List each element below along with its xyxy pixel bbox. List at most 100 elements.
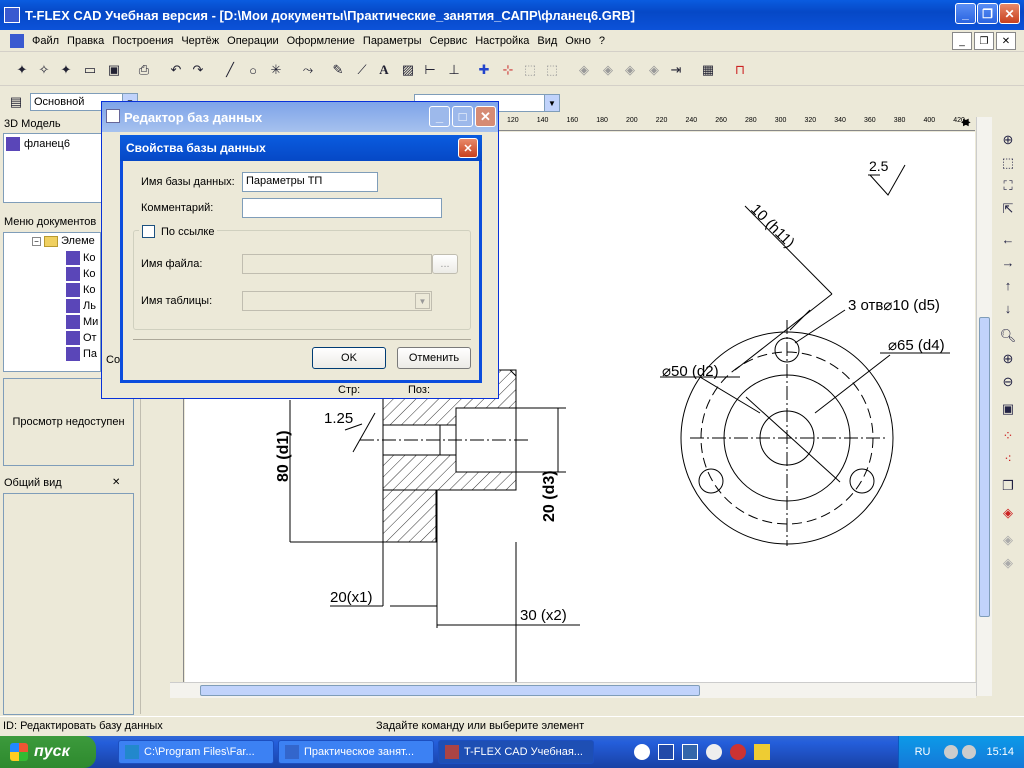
maximize-button[interactable]: □	[452, 106, 473, 127]
dimension-tool-icon[interactable]: ⊢	[420, 60, 440, 80]
zoom-in-icon[interactable]: ⊕	[999, 131, 1017, 149]
ok-button[interactable]: OK	[312, 347, 386, 369]
calculator-icon[interactable]: ▦	[698, 60, 718, 80]
minimize-button[interactable]: _	[429, 106, 450, 127]
model-3d-icon[interactable]: ◈	[999, 504, 1017, 522]
tree-item[interactable]: Ко	[66, 251, 96, 265]
tree-item[interactable]: Ко	[66, 283, 96, 297]
pan-left-icon[interactable]: ←	[999, 230, 1017, 248]
text-icon[interactable]: A	[374, 60, 394, 80]
menu-file[interactable]: Файл	[28, 35, 63, 47]
task-word[interactable]: Практическое занят...	[278, 740, 434, 764]
refresh-icon[interactable]: ▣	[999, 400, 1017, 418]
new-icon[interactable]: ✦	[12, 60, 32, 80]
zoom-page-icon[interactable]: ⇱	[999, 200, 1017, 218]
model-3d-2-icon[interactable]: ◈	[999, 531, 1017, 549]
close-button[interactable]: ✕	[999, 3, 1020, 24]
scrollbar-thumb[interactable]	[200, 685, 700, 696]
db-name-field[interactable]: Параметры ТП	[242, 172, 378, 192]
line-icon[interactable]: ╱	[220, 60, 240, 80]
quicklaunch-word-icon[interactable]	[658, 744, 674, 760]
tree-item[interactable]: Ко	[66, 267, 96, 281]
op6-icon[interactable]: ◈	[644, 60, 664, 80]
hatch-icon[interactable]: ▨	[398, 60, 418, 80]
menu-view[interactable]: Вид	[533, 35, 561, 47]
op3-icon[interactable]: ◈	[574, 60, 594, 80]
comment-field[interactable]	[242, 198, 442, 218]
node-icon[interactable]: ✳	[266, 60, 286, 80]
pages-icon[interactable]: ❐	[999, 477, 1017, 495]
pan-right-icon[interactable]: →	[999, 253, 1017, 271]
zoom-window-icon[interactable]: ⬚	[999, 154, 1017, 172]
menu-window[interactable]: Окно	[561, 35, 595, 47]
ruler-scroll-right-icon[interactable]: ▶	[963, 117, 971, 128]
magnify-plus-icon[interactable]: ⊕	[999, 350, 1017, 368]
quicklaunch-app-icon[interactable]	[682, 744, 698, 760]
link-checkbox[interactable]	[142, 225, 155, 238]
vertical-scrollbar[interactable]	[976, 117, 992, 696]
magnify-minus-icon[interactable]: ⊖	[999, 373, 1017, 391]
menu-operations[interactable]: Операции	[223, 35, 282, 47]
close-button[interactable]: ✕	[475, 106, 496, 127]
doc-close-button[interactable]: ✕	[996, 32, 1016, 50]
tree-item-elements[interactable]: − Элеме	[32, 235, 95, 247]
redo-icon[interactable]: ↷	[188, 60, 208, 80]
menu-drawing[interactable]: Чертёж	[177, 35, 223, 47]
op1-icon[interactable]: ⬚	[520, 60, 540, 80]
tree-item[interactable]: Па	[66, 347, 97, 361]
op2-icon[interactable]: ⬚	[542, 60, 562, 80]
quicklaunch-misc-icon[interactable]	[754, 744, 770, 760]
menu-formatting[interactable]: Оформление	[283, 35, 359, 47]
horizontal-scrollbar[interactable]	[170, 682, 976, 698]
tray-icon[interactable]	[944, 745, 959, 759]
quicklaunch-ie-icon[interactable]	[634, 744, 650, 760]
scrollbar-thumb[interactable]	[979, 317, 990, 617]
start-button[interactable]: пуск	[0, 736, 96, 768]
op4-icon[interactable]: ◈	[598, 60, 618, 80]
minimize-button[interactable]: _	[955, 3, 976, 24]
new-3d-icon[interactable]: ✧	[34, 60, 54, 80]
axis-icon[interactable]: ✚	[474, 60, 494, 80]
browse-button[interactable]: ...	[432, 254, 458, 274]
tree-item[interactable]: Ми	[66, 315, 98, 329]
point-icon[interactable]: ⊹	[498, 60, 518, 80]
snap-icon[interactable]: ⁘	[999, 427, 1017, 445]
menu-parameters[interactable]: Параметры	[359, 35, 426, 47]
window-title-bar[interactable]: T-FLEX CAD Учебная версия - [D:\Мои доку…	[0, 0, 1024, 30]
close-button[interactable]: ✕	[458, 138, 478, 158]
model-3d-3-icon[interactable]: ◈	[999, 554, 1017, 572]
menu-constructions[interactable]: Построения	[108, 35, 177, 47]
tree-item[interactable]: От	[66, 331, 97, 345]
zoom-all-icon[interactable]: ⛶	[999, 177, 1017, 195]
menu-settings[interactable]: Настройка	[471, 35, 533, 47]
cancel-button[interactable]: Отменить	[397, 347, 471, 369]
print-icon[interactable]: ⎙	[134, 60, 154, 80]
sketch-icon[interactable]: ⤳	[298, 60, 318, 80]
undo-icon[interactable]: ↶	[166, 60, 186, 80]
tree-item-model[interactable]: фланец6	[6, 137, 70, 151]
doc-restore-button[interactable]: ❐	[974, 32, 994, 50]
dimension-icon[interactable]: ⟋	[352, 60, 372, 80]
tolerance-icon[interactable]: ⊥	[444, 60, 464, 80]
doc-minimize-button[interactable]: _	[952, 32, 972, 50]
menu-edit[interactable]: Правка	[63, 35, 108, 47]
db-editor-title-bar[interactable]: Редактор баз данных _ □ ✕	[102, 102, 498, 132]
menu-service[interactable]: Сервис	[426, 35, 472, 47]
open-icon[interactable]: ▭	[80, 60, 100, 80]
close-icon[interactable]: ✕	[112, 477, 120, 488]
pan-down-icon[interactable]: ↓	[999, 299, 1017, 317]
link-checkbox-row[interactable]: По ссылке	[139, 225, 218, 238]
magnify-icon[interactable]: 🔍︎	[999, 327, 1017, 345]
layers-icon[interactable]: ▤	[6, 92, 26, 112]
maximize-button[interactable]: ❐	[977, 3, 998, 24]
pan-up-icon[interactable]: ↑	[999, 276, 1017, 294]
save-icon[interactable]: ▣	[104, 60, 124, 80]
snap2-icon[interactable]: ⁖	[999, 450, 1017, 468]
tray-icon[interactable]	[962, 745, 977, 759]
task-far[interactable]: C:\Program Files\Far...	[118, 740, 274, 764]
menu-help[interactable]: ?	[595, 35, 609, 47]
circle-icon[interactable]: ○	[243, 60, 263, 80]
language-indicator[interactable]: RU	[915, 746, 931, 758]
op7-icon[interactable]: ⇥	[666, 60, 686, 80]
quicklaunch-media-icon[interactable]	[706, 744, 722, 760]
